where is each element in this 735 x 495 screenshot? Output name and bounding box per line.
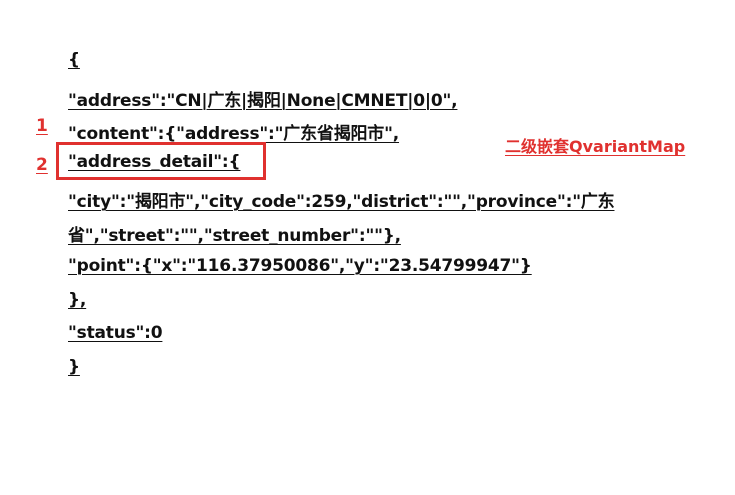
code-line: 省","street":"","street_number":""}, (68, 226, 401, 246)
highlight-box (56, 142, 266, 180)
annotation-marker-1: 1 (36, 116, 48, 136)
annotation-marker-2: 2 (36, 155, 48, 175)
code-line: "city":"揭阳市","city_code":259,"district":… (68, 192, 615, 212)
code-line: }, (68, 290, 87, 310)
code-line: "status":0 (68, 323, 163, 343)
code-line: "address":"CN|广东|揭阳|None|CMNET|0|0", (68, 91, 458, 111)
code-line: "point":{"x":"116.37950086","y":"23.5479… (68, 256, 532, 276)
code-line: "content":{"address":"广东省揭阳市", (68, 124, 400, 144)
code-line: { (68, 50, 80, 70)
annotation-note: 二级嵌套QvariantMap (505, 137, 686, 156)
code-line: } (68, 357, 80, 377)
